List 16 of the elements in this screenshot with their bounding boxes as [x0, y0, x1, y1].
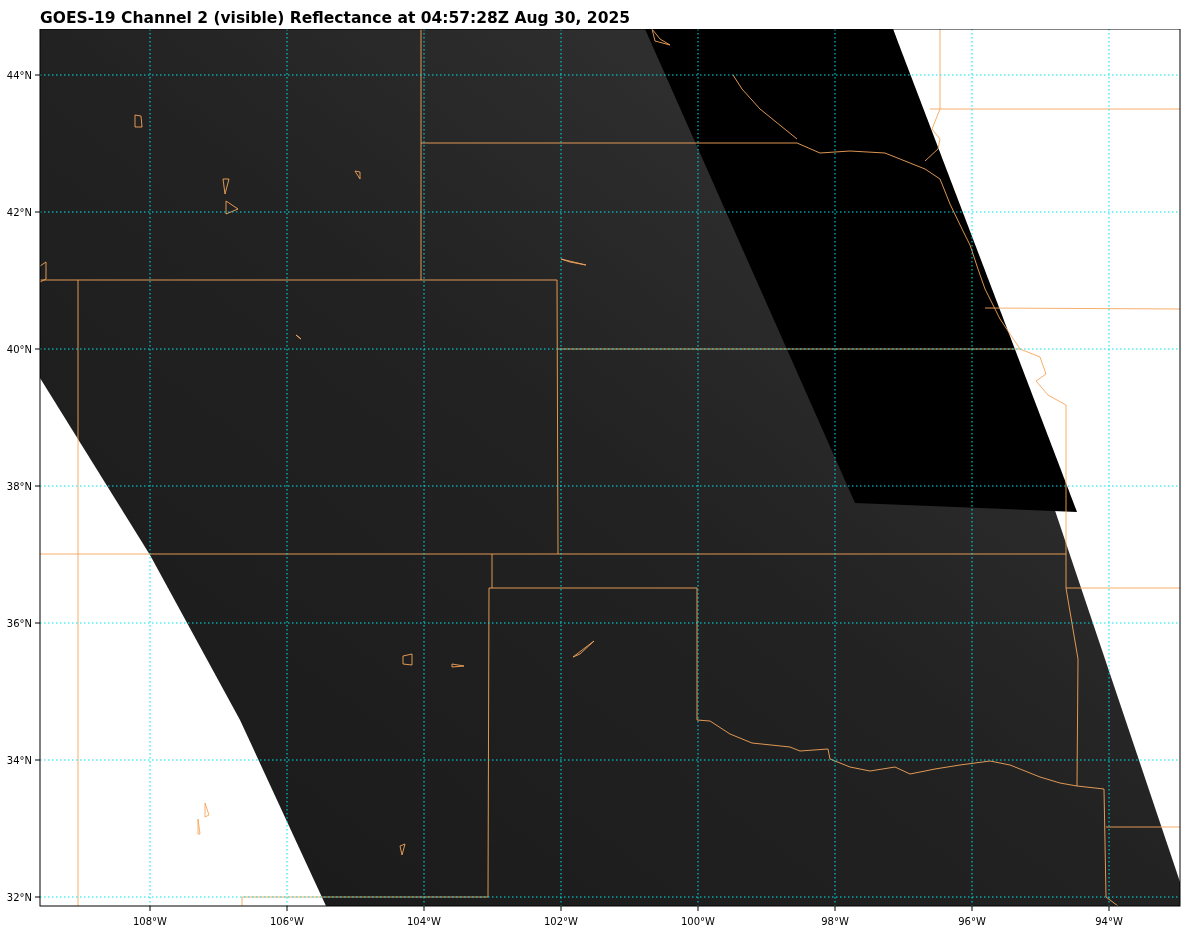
latitude-label: 36°N: [6, 617, 32, 629]
longitude-label: 100°W: [681, 916, 715, 927]
longitude-label: 106°W: [270, 916, 304, 927]
latitude-label: 34°N: [6, 754, 32, 766]
longitude-label: 108°W: [133, 916, 167, 927]
longitude-label: 102°W: [544, 916, 578, 927]
latitude-label: 38°N: [6, 480, 32, 492]
chart-title: GOES-19 Channel 2 (visible) Reflectance at 04:57:28Z Aug 30, 2025: [39, 8, 630, 29]
latitude-label: 40°N: [6, 343, 32, 355]
latitude-label: 44°N: [6, 69, 32, 81]
longitude-label: 94°W: [1095, 916, 1123, 927]
latitude-label: 32°N: [6, 891, 32, 903]
longitude-label: 96°W: [958, 916, 986, 927]
longitude-label: 98°W: [821, 916, 849, 927]
latitude-label: 42°N: [6, 206, 32, 218]
longitude-label: 104°W: [407, 916, 441, 927]
